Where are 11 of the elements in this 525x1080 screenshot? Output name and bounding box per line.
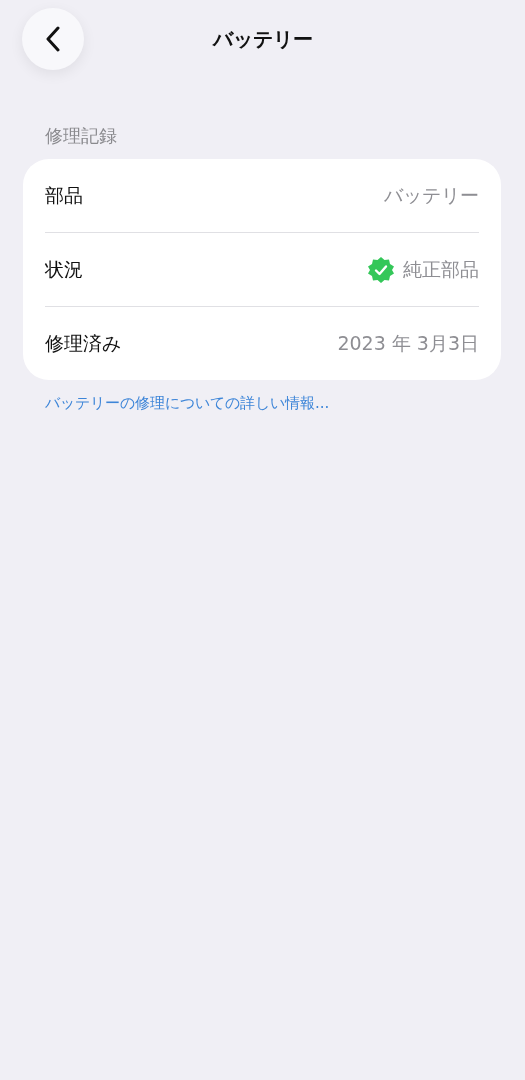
row-label: 状況 bbox=[45, 256, 83, 282]
section-header: 修理記録 bbox=[45, 124, 118, 148]
page-title: バッテリー bbox=[212, 25, 313, 53]
row-value: 純正部品 bbox=[403, 256, 479, 282]
row-label: 部品 bbox=[45, 182, 83, 208]
row-value: バッテリー bbox=[384, 182, 479, 208]
verified-badge-icon bbox=[367, 255, 395, 284]
back-chevron-icon bbox=[45, 26, 61, 52]
row-label: 修理済み bbox=[45, 330, 121, 356]
row-value: 2023 年 3月3日 bbox=[337, 330, 479, 356]
info-link[interactable]: バッテリーの修理についての詳しい情報... bbox=[45, 394, 330, 413]
